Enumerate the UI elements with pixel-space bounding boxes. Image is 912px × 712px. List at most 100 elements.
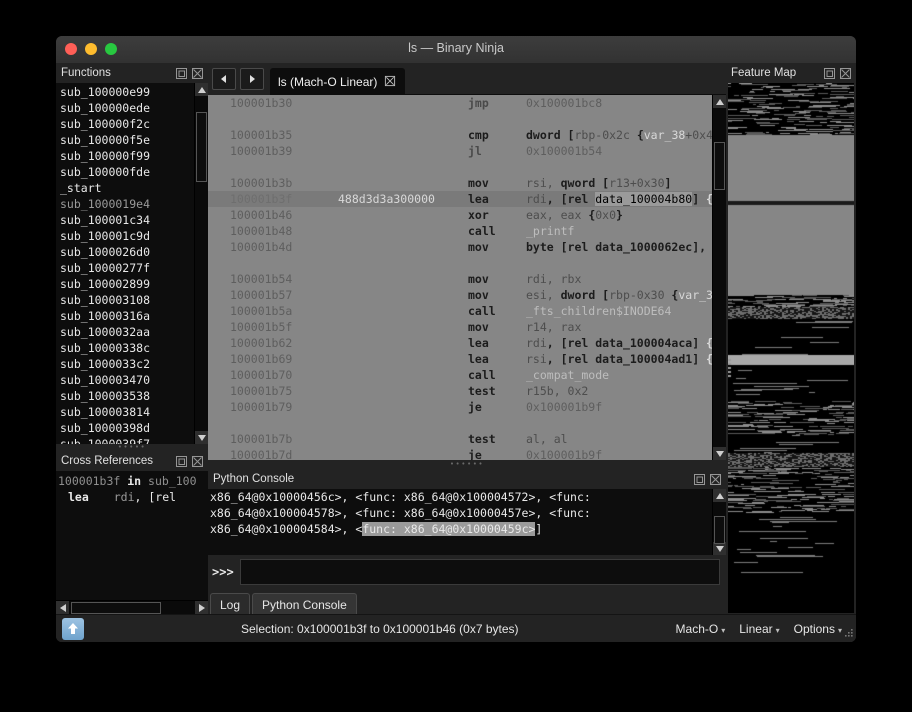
disassembly-line[interactable]: 100001b69 lea rsi, [rel data_100004ad1] {" <box>208 351 712 367</box>
operand-token[interactable]: rbp <box>574 128 595 142</box>
operand-token[interactable]: dword <box>526 128 561 142</box>
disassembly-line[interactable]: 100001b39 jl 0x100001b54 <box>208 143 712 159</box>
operand-token[interactable]: esi, <box>526 288 561 302</box>
operand-token[interactable]: {" <box>699 336 712 350</box>
detach-icon[interactable] <box>175 455 188 468</box>
detach-icon[interactable] <box>175 67 188 80</box>
scroll-left-icon[interactable] <box>56 601 69 615</box>
scroll-down-icon[interactable] <box>195 431 208 444</box>
tab-ls-macho-linear[interactable]: ls (Mach-O Linear) <box>270 68 406 95</box>
disassembly-lines[interactable]: 100001b30 jmp 0x100001bc8 100001b35 cmp dword… <box>208 95 712 460</box>
operand-token[interactable]: 0x0 <box>595 208 616 222</box>
close-icon[interactable] <box>384 75 397 88</box>
scroll-up-icon[interactable] <box>713 489 726 502</box>
python-console-output[interactable]: x86_64@0x10000456c>, <func: x86_64@0x100… <box>208 489 726 555</box>
operand-token[interactable]: ] <box>665 176 672 190</box>
python-line-selected-text[interactable]: func: x86_64@0x10000459c> <box>362 522 536 536</box>
instruction-operands[interactable]: esi, dword [rbp-0x30 {var_38} <box>526 287 712 303</box>
instruction-operands[interactable]: _fts_children$INODE64 <box>526 303 712 319</box>
operand-token[interactable]: r14, rax <box>526 320 581 334</box>
python-input[interactable] <box>239 559 720 585</box>
operand-token[interactable]: qword [ <box>561 176 609 190</box>
disassembly-line[interactable]: 100001b54 mov rdi, rbx <box>208 271 712 287</box>
disassembly-line[interactable]: 100001b7d je 0x100001b9f <box>208 447 712 460</box>
operand-token[interactable]: , [rel <box>547 336 595 350</box>
function-list-item[interactable]: sub_10000277f <box>58 260 194 276</box>
detach-icon[interactable] <box>823 67 836 80</box>
function-list-item[interactable]: sub_1000032aa <box>58 324 194 340</box>
disassembly-line[interactable]: 100001b79 je 0x100001b9f <box>208 399 712 415</box>
feature-map-image[interactable] <box>728 83 854 575</box>
disassembly-line[interactable]: 100001b7b test al, al <box>208 431 712 447</box>
operand-token[interactable]: data_100004b80 <box>595 192 693 206</box>
feature-map-canvas[interactable] <box>728 83 854 613</box>
function-list-item[interactable]: sub_10000338c <box>58 340 194 356</box>
operand-token[interactable]: +0x30 <box>630 176 665 190</box>
function-list-item[interactable]: sub_100000f99 <box>58 148 194 164</box>
detach-icon[interactable] <box>693 473 706 486</box>
disassembly-line[interactable]: 100001b75 test r15b, 0x2 <box>208 383 712 399</box>
scroll-up-icon[interactable] <box>713 95 726 108</box>
operand-token[interactable]: ], <box>692 240 712 254</box>
xrefs-horizontal-scrollbar[interactable] <box>56 600 208 615</box>
operand-token[interactable]: al, al <box>526 432 568 446</box>
python-console-scrollbar[interactable] <box>712 489 726 555</box>
disassembly-line[interactable]: 100001b70 call _compat_mode <box>208 367 712 383</box>
python-console-text[interactable]: x86_64@0x10000456c>, <func: x86_64@0x100… <box>208 489 712 555</box>
operand-token[interactable]: var_38 <box>644 128 686 142</box>
function-list-item[interactable]: sub_100001c9d <box>58 228 194 244</box>
functions-list[interactable]: sub_100000e99 sub_100000ede sub_100000f2c s… <box>56 83 208 444</box>
operand-token[interactable]: } <box>616 208 623 222</box>
disassembly-scroll-thumb[interactable] <box>714 142 725 190</box>
operand-token[interactable]: r15b, <box>526 384 568 398</box>
disassembly-line[interactable]: 100001b57 mov esi, dword [rbp-0x30 {var_38… <box>208 287 712 303</box>
close-icon[interactable] <box>191 455 204 468</box>
operand-token[interactable]: rbp <box>609 288 630 302</box>
operand-token[interactable]: var_38 <box>678 288 712 302</box>
instruction-operands[interactable]: rdi, [rel data_100004aca] {" <box>526 335 712 351</box>
instruction-operands[interactable]: byte [rel data_1000062ec], 0x <box>526 239 712 255</box>
operand-token[interactable]: 0x100001b54 <box>526 144 602 158</box>
function-list-item[interactable]: sub_10000398d <box>58 420 194 436</box>
operand-token[interactable]: [ <box>561 128 575 142</box>
instruction-operands[interactable]: rsi, [rel data_100004ad1] {" <box>526 351 712 367</box>
operand-token[interactable]: rsi, <box>526 176 561 190</box>
function-list-item[interactable]: sub_1000033c2 <box>58 356 194 372</box>
function-list-item[interactable]: sub_100003814 <box>58 404 194 420</box>
function-list-item[interactable]: _start <box>58 180 194 196</box>
xrefs-list[interactable]: 100001b3f in sub_100 lea rdi, [rel <box>56 471 208 600</box>
functions-scroll-thumb[interactable] <box>196 112 207 182</box>
xrefs-hscroll-thumb[interactable] <box>71 602 161 614</box>
function-list-item[interactable]: sub_100002899 <box>58 276 194 292</box>
functions-list-items[interactable]: sub_100000e99 sub_100000ede sub_100000f2c s… <box>56 83 194 444</box>
operand-token[interactable]: _fts_children$INODE64 <box>526 304 671 318</box>
function-list-item[interactable]: sub_100000f2c <box>58 116 194 132</box>
function-list-item[interactable]: sub_100000fde <box>58 164 194 180</box>
status-option-options[interactable]: Options ▾ <box>794 622 842 636</box>
operand-token[interactable]: rdi <box>526 192 547 206</box>
instruction-operands[interactable]: 0x100001b9f <box>526 447 712 460</box>
disassembly-line[interactable]: 100001b3b mov rsi, qword [r13+0x30] <box>208 175 712 191</box>
function-list-item[interactable]: sub_1000019e4 <box>58 196 194 212</box>
operand-token[interactable]: eax, eax <box>526 208 581 222</box>
python-console-line[interactable]: x86_64@0x10000456c>, <func: x86_64@0x100… <box>210 489 710 505</box>
disassembly-view[interactable]: 100001b30 jmp 0x100001bc8 100001b35 cmp dword… <box>208 95 726 460</box>
operand-token[interactable]: , [rel <box>547 352 595 366</box>
operand-token[interactable]: {" <box>699 192 712 206</box>
operand-token[interactable]: 0x100001b9f <box>526 400 602 414</box>
instruction-operands[interactable]: 0x100001b9f <box>526 399 712 415</box>
operand-token[interactable]: rdi, rbx <box>526 272 581 286</box>
operand-token[interactable]: dword [ <box>561 288 609 302</box>
disassembly-line[interactable]: 100001b46 xor eax, eax {0x0} <box>208 207 712 223</box>
operand-token[interactable]: 0x100001bc8 <box>526 96 602 110</box>
function-list-item[interactable]: sub_100000e99 <box>58 84 194 100</box>
instruction-operands[interactable]: 0x100001bc8 <box>526 95 712 111</box>
instruction-operands[interactable]: rdi, [rel data_100004b80] {" <box>526 191 712 207</box>
function-list-item[interactable]: sub_100003108 <box>58 292 194 308</box>
python-scroll-thumb[interactable] <box>714 516 725 544</box>
disassembly-line[interactable]: 100001b4d mov byte [rel data_1000062ec], 0… <box>208 239 712 255</box>
close-icon[interactable] <box>191 67 204 80</box>
operand-token[interactable]: 0x100001b9f <box>526 448 602 460</box>
function-list-item[interactable]: sub_1000026d0 <box>58 244 194 260</box>
xrefs-hscroll-track[interactable] <box>69 601 195 615</box>
